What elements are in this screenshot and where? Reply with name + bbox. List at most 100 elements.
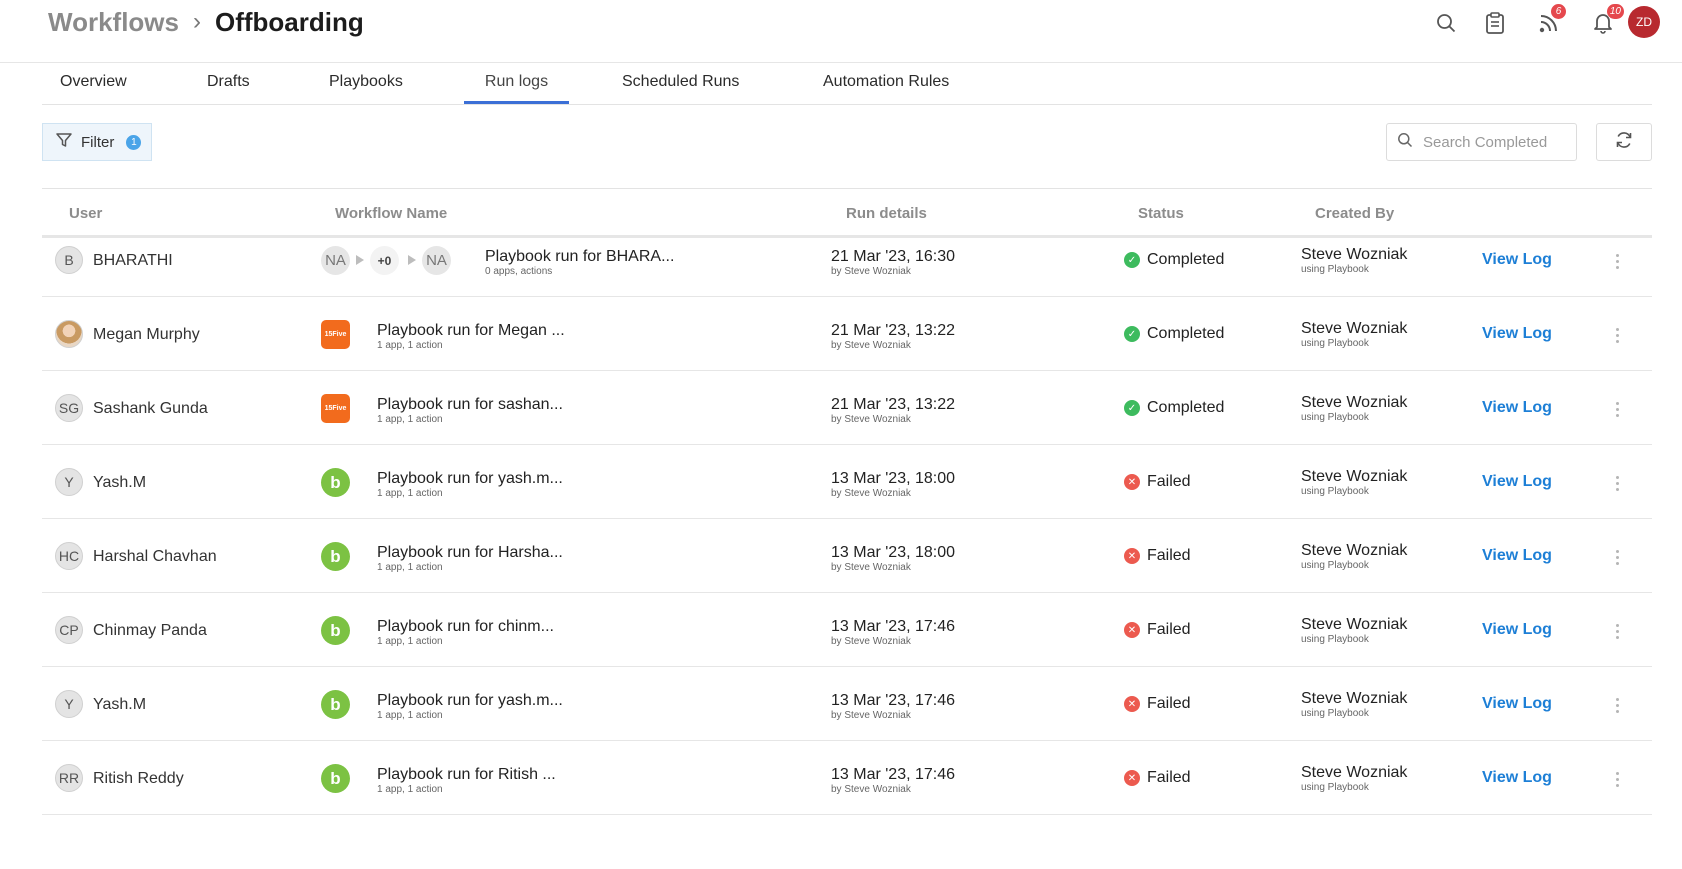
created-by-name: Steve Wozniak xyxy=(1301,764,1408,781)
run-by: by Steve Wozniak xyxy=(831,636,911,647)
status-badge: ✕ Failed xyxy=(1124,769,1191,787)
column-header-created-by[interactable]: Created By xyxy=(1315,205,1394,222)
user-name: Chinmay Panda xyxy=(93,622,207,639)
workflow-name[interactable]: Playbook run for sashan... xyxy=(377,396,563,414)
more-options-icon[interactable] xyxy=(1612,769,1622,789)
run-date: 13 Mar '23, 18:00 xyxy=(831,470,956,487)
bell-icon[interactable]: 10 xyxy=(1586,4,1624,40)
filter-icon xyxy=(55,131,73,153)
column-header-status[interactable]: Status xyxy=(1138,205,1184,222)
error-circle-icon: ✕ xyxy=(1124,474,1140,490)
tab-playbooks[interactable]: Playbooks xyxy=(329,73,403,104)
check-circle-icon: ✓ xyxy=(1124,400,1140,416)
workflow-apps-summary: 1 app, 1 action xyxy=(377,784,443,795)
run-by: by Steve Wozniak xyxy=(831,266,911,277)
more-options-icon[interactable] xyxy=(1612,547,1622,567)
rss-icon[interactable]: 6 xyxy=(1532,4,1566,40)
view-log-link[interactable]: View Log xyxy=(1482,473,1552,491)
workflow-apps-summary: 0 apps, actions xyxy=(485,266,553,277)
status-badge: ✓ Completed xyxy=(1124,251,1224,269)
user-avatar: SG xyxy=(55,394,83,422)
more-options-icon[interactable] xyxy=(1612,325,1622,345)
search-icon[interactable] xyxy=(1429,6,1463,40)
more-options-icon[interactable] xyxy=(1612,399,1622,419)
created-by-name: Steve Wozniak xyxy=(1301,320,1408,337)
tab-automation-rules[interactable]: Automation Rules xyxy=(823,73,949,104)
created-by-source: using Playbook xyxy=(1301,782,1369,793)
search-input[interactable] xyxy=(1421,132,1575,152)
tab-scheduled-runs[interactable]: Scheduled Runs xyxy=(622,73,739,104)
workflow-name[interactable]: Playbook run for yash.m... xyxy=(377,470,563,488)
error-circle-icon: ✕ xyxy=(1124,548,1140,564)
status-text: Failed xyxy=(1147,473,1191,490)
created-by-source: using Playbook xyxy=(1301,486,1369,497)
created-by-source: using Playbook xyxy=(1301,560,1369,571)
fifteen-five-app-icon: 15Five xyxy=(321,394,350,423)
workflow-apps-summary: 1 app, 1 action xyxy=(377,636,443,647)
view-log-link[interactable]: View Log xyxy=(1482,251,1552,269)
run-date: 21 Mar '23, 16:30 xyxy=(831,248,956,265)
workflow-name[interactable]: Playbook run for Megan ... xyxy=(377,322,565,340)
workflow-name[interactable]: Playbook run for Ritish ... xyxy=(377,766,556,784)
workflow-name[interactable]: Playbook run for yash.m... xyxy=(377,692,563,710)
workflow-apps-summary: 1 app, 1 action xyxy=(377,710,443,721)
user-avatar: Y xyxy=(55,690,83,718)
table-row: SG Sashank Gunda 15Five Playbook run for… xyxy=(42,371,1652,445)
page-title: Offboarding xyxy=(214,6,364,37)
page-header: Workflows › Offboarding 6 10 ZD xyxy=(0,0,1682,63)
run-date: 21 Mar '23, 13:22 xyxy=(831,396,956,413)
more-options-icon[interactable] xyxy=(1612,695,1622,715)
tab-overview[interactable]: Overview xyxy=(60,73,127,104)
created-by-name: Steve Wozniak xyxy=(1301,616,1408,633)
filter-count-badge: 1 xyxy=(126,134,142,150)
column-header-workflow-name[interactable]: Workflow Name xyxy=(335,205,447,222)
status-badge: ✓ Completed xyxy=(1124,325,1224,343)
search-box xyxy=(1386,123,1577,161)
view-log-link[interactable]: View Log xyxy=(1482,399,1552,417)
view-log-link[interactable]: View Log xyxy=(1482,325,1552,343)
error-circle-icon: ✕ xyxy=(1124,696,1140,712)
bamboohr-app-icon: b xyxy=(321,616,350,645)
view-log-link[interactable]: View Log xyxy=(1482,547,1552,565)
workflow-name[interactable]: Playbook run for Harsha... xyxy=(377,544,563,562)
more-options-icon[interactable] xyxy=(1612,473,1622,493)
view-log-link[interactable]: View Log xyxy=(1482,695,1552,713)
user-avatar: CP xyxy=(55,616,83,644)
status-text: Failed xyxy=(1147,695,1191,712)
fifteen-five-app-icon: 15Five xyxy=(321,320,350,349)
chevron-right-icon xyxy=(356,255,364,265)
user-avatar: HC xyxy=(55,542,83,570)
workflow-name[interactable]: Playbook run for BHARA... xyxy=(485,248,674,266)
user-initials: HC xyxy=(58,548,80,564)
error-circle-icon: ✕ xyxy=(1124,622,1140,638)
run-date: 13 Mar '23, 17:46 xyxy=(831,618,956,635)
clipboard-icon[interactable] xyxy=(1478,6,1512,40)
user-avatar[interactable]: ZD xyxy=(1628,6,1660,38)
status-badge: ✕ Failed xyxy=(1124,473,1191,491)
status-badge: ✓ Completed xyxy=(1124,399,1224,417)
bamboohr-app-icon: b xyxy=(321,468,350,497)
user-avatar: RR xyxy=(55,764,83,792)
status-badge: ✕ Failed xyxy=(1124,621,1191,639)
tab-run-logs[interactable]: Run logs xyxy=(464,73,569,104)
status-text: Failed xyxy=(1147,547,1191,564)
status-text: Completed xyxy=(1147,325,1225,342)
created-by-source: using Playbook xyxy=(1301,412,1369,423)
refresh-button[interactable] xyxy=(1596,123,1652,161)
breadcrumb: Workflows › Offboarding xyxy=(48,6,364,38)
more-options-icon[interactable] xyxy=(1612,251,1622,271)
more-options-icon[interactable] xyxy=(1612,621,1622,641)
run-by: by Steve Wozniak xyxy=(831,340,911,351)
bamboohr-app-icon: b xyxy=(321,690,350,719)
column-header-run-details[interactable]: Run details xyxy=(846,205,927,222)
user-initials: RR xyxy=(58,770,80,786)
workflow-name[interactable]: Playbook run for chinm... xyxy=(377,618,554,636)
filter-button[interactable]: Filter 1 xyxy=(42,123,152,161)
column-header-user[interactable]: User xyxy=(69,205,102,222)
view-log-link[interactable]: View Log xyxy=(1482,621,1552,639)
breadcrumb-workflows-link[interactable]: Workflows xyxy=(48,7,179,38)
view-log-link[interactable]: View Log xyxy=(1482,769,1552,787)
table-row: Y Yash.M b Playbook run for yash.m... 1 … xyxy=(42,667,1652,741)
table-row: CP Chinmay Panda b Playbook run for chin… xyxy=(42,593,1652,667)
tab-drafts[interactable]: Drafts xyxy=(207,73,250,104)
